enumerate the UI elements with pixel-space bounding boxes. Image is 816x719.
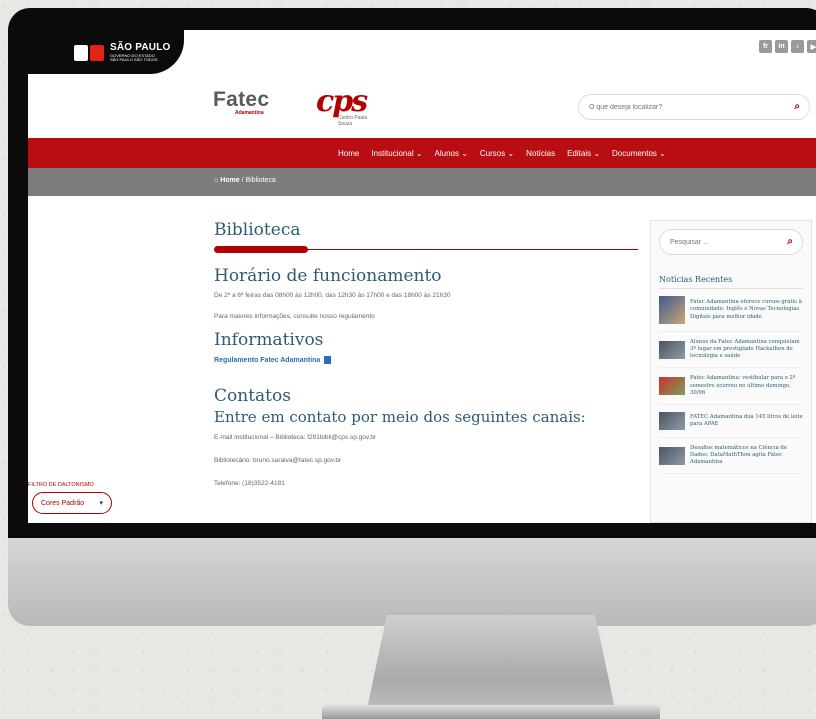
social-links: fr in ♪ ▶ [759,40,816,53]
fatec-brand: Fatec [213,88,270,111]
colorblind-filter-value: Cores Padrão [41,499,85,507]
news-thumbnail [659,340,685,359]
monitor-stand [367,615,615,709]
breadcrumb-current: / Biblioteca [239,177,276,184]
news-thumbnail [659,446,685,465]
site-search-input[interactable] [589,103,759,111]
regulamento-link-label: Regulamento Fatec Adamantina [214,356,321,364]
cps-logo[interactable]: cps Centro Paula Souza [316,84,368,126]
telefone-text: Telefone: (18)3522-4181 [214,480,285,487]
tiktok-icon[interactable]: ♪ [791,40,804,53]
cps-sub: Centro Paula Souza [338,115,368,127]
bibliotecario-text: Bibliotecário: bruno.saraiva@fatec.sp.go… [214,457,342,464]
nav-home[interactable]: Home [338,149,359,158]
document-icon [324,356,332,364]
horario-heading: Horário de funcionamento [214,266,442,286]
news-item[interactable]: Alunos da Fatec Adamantina conquistam 3º… [659,332,803,369]
cps-mark: cps [316,84,368,119]
mais-info-text: Para maiores informações, consulte nosso… [214,313,375,320]
news-thumbnail [659,411,685,430]
news-item[interactable]: Fatec Adamantina: vestibular para o 2º s… [659,368,803,405]
main-content: Biblioteca Horário de funcionamento De 2… [214,220,644,487]
nav-cursos[interactable]: Cursos ⌄ [480,149,514,158]
news-title: Alunos da Fatec Adamantina conquistam 3º… [690,339,800,360]
youtube-icon[interactable]: ▶ [807,40,816,53]
colorblind-filter-label: FILTRO DE DALTONISMO [28,482,94,488]
monitor-stand-base [322,705,660,719]
breadcrumb-home[interactable]: Home [220,177,239,184]
browser-screen: SÃO PAULO GOVERNO DO ESTADO SÃO PAULO SÃ… [28,30,816,523]
sp-flag-icon [74,44,104,61]
contatos-heading: Contatos [214,386,291,406]
breadcrumb: ⌂ Home / Biblioteca [28,168,816,196]
title-underline [214,246,638,254]
sidebar: ⌕ Notícias Recentes Fatec Adamantina ofe… [650,220,812,523]
nav-editais[interactable]: Editais ⌄ [567,149,600,158]
fatec-logo[interactable]: Fatec Adamantina [213,88,269,116]
news-title: FATEC Adamantina doa 145 litros de leite… [690,413,803,427]
news-title: Fatec Adamantina oferece cursos gratis à… [690,299,802,320]
sao-paulo-logo[interactable]: SÃO PAULO GOVERNO DO ESTADO SÃO PAULO SÃ… [74,43,171,62]
news-title: Desafios matemáticos na Ciência de Dados… [690,444,787,466]
nav-documentos[interactable]: Documentos ⌄ [612,149,666,158]
main-nav: Home Institucional ⌄ Alunos ⌄ Cursos ⌄ N… [28,138,816,168]
sidebar-search: ⌕ [659,229,803,255]
email-text: E-mail institucional – Biblioteca: f291b… [214,434,377,441]
flickr-icon[interactable]: fr [759,40,772,53]
chevron-down-icon: ▾ [99,500,103,507]
state-name: SÃO PAULO [110,42,171,53]
recent-news-title: Notícias Recentes [659,275,803,289]
monitor-frame: SÃO PAULO GOVERNO DO ESTADO SÃO PAULO SÃ… [8,8,816,626]
news-item[interactable]: Fatec Adamantina oferece cursos gratis à… [659,289,803,332]
monitor-chin [8,538,816,626]
nav-alunos[interactable]: Alunos ⌄ [435,149,468,158]
state-sub2: SÃO PAULO SÃO TODOS [110,57,158,62]
top-bar: SÃO PAULO GOVERNO DO ESTADO SÃO PAULO SÃ… [28,30,816,78]
informativos-heading: Informativos [214,330,324,350]
news-thumbnail [659,377,685,396]
news-item[interactable]: FATEC Adamantina doa 145 litros de leite… [659,405,803,438]
nav-institucional[interactable]: Institucional ⌄ [371,149,422,158]
news-thumbnail [659,296,685,324]
horario-text: De 2ª a 6ª feiras das 08h00 às 12h00, da… [214,292,451,299]
search-icon[interactable]: ⌕ [794,101,800,112]
site-search: ⌕ [578,94,810,120]
news-item[interactable]: Desafios matemáticos na Ciência de Dados… [659,438,803,475]
search-icon[interactable]: ⌕ [787,236,793,247]
nav-noticias[interactable]: Notícias [526,149,555,158]
colorblind-filter-select[interactable]: Cores Padrão ▾ [32,492,112,514]
contatos-subheading: Entre em contato por meio dos seguintes … [214,408,586,426]
page-title: Biblioteca [214,220,301,240]
regulamento-link[interactable]: Regulamento Fatec Adamantina [214,356,644,364]
sidebar-search-input[interactable] [670,238,770,246]
linkedin-icon[interactable]: in [775,40,788,53]
site-header: Fatec Adamantina cps Centro Paula Souza … [28,78,816,136]
news-title: Fatec Adamantina: vestibular para o 2º s… [690,375,796,396]
